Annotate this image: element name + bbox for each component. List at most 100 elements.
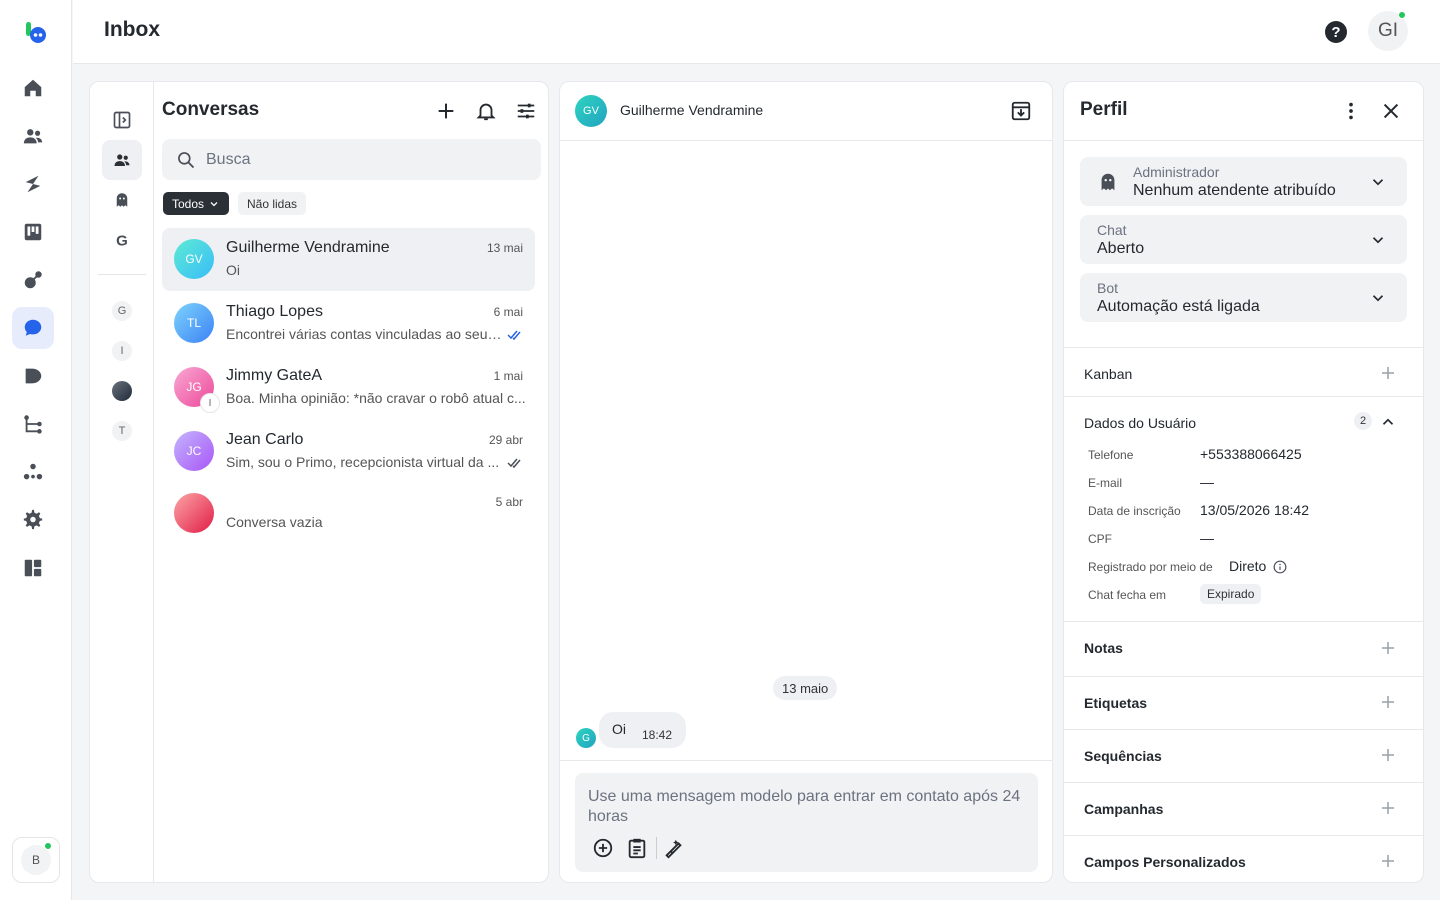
chevron-up-icon[interactable] [1379, 413, 1397, 431]
play-icon [25, 368, 42, 384]
filter-unread-chip[interactable]: Não lidas [238, 192, 307, 215]
inbox-subrail: G G I T [90, 82, 154, 882]
help-icon[interactable]: ? [1324, 20, 1348, 44]
contact-name[interactable]: Guilherme Vendramine [620, 102, 763, 118]
section-sequences[interactable]: Sequências [1064, 729, 1423, 782]
nav-home[interactable] [12, 67, 54, 109]
nav-flows[interactable] [12, 403, 54, 445]
page-title: Inbox [104, 18, 160, 41]
add-icon[interactable] [1379, 746, 1397, 764]
filter-google[interactable]: G [102, 220, 142, 260]
conversation-item[interactable]: TL Thiago Lopes 6 mai Encontrei várias c… [162, 292, 535, 355]
field-value: 13/05/2026 18:42 [1200, 502, 1309, 518]
agent-filter-i[interactable]: I [112, 341, 132, 361]
section-custom-fields[interactable]: Campos Personalizados [1064, 835, 1423, 882]
field-value: Direto [1229, 558, 1267, 574]
add-icon[interactable] [1379, 799, 1397, 817]
chat-status-select[interactable]: Chat Aberto [1080, 215, 1407, 264]
nav-settings[interactable] [12, 499, 54, 541]
nav-automation[interactable] [12, 163, 54, 205]
search-box [162, 139, 541, 180]
contact-avatar[interactable]: GV [575, 95, 607, 127]
conversation-date: 5 abr [495, 495, 523, 509]
select-value: Aberto [1097, 240, 1145, 257]
assignee-select[interactable]: Administrador Nenhum atendente atribuído [1080, 157, 1407, 206]
section-kanban[interactable]: Kanban [1064, 347, 1423, 396]
add-icon[interactable] [1379, 693, 1397, 711]
filter-unassigned[interactable] [102, 180, 142, 220]
conversation-item[interactable]: JC Jean Carlo 29 abr Sim, sou o Primo, r… [162, 420, 535, 483]
bot-status-select[interactable]: Bot Automação está ligada [1080, 273, 1407, 322]
avatar: TL [174, 303, 214, 343]
select-value: Nenhum atendente atribuído [1133, 182, 1336, 199]
conversation-item[interactable]: 5 abr Conversa vazia [162, 482, 535, 545]
conversation-name: Jimmy GateA [226, 367, 323, 384]
nav-inbox[interactable] [12, 307, 54, 349]
online-indicator [1398, 11, 1406, 19]
integrations-icon [23, 463, 43, 480]
section-notes[interactable]: Notas [1064, 621, 1423, 676]
contacts-icon [114, 154, 130, 166]
section-title[interactable]: Dados do Usuário [1084, 415, 1196, 431]
info-icon[interactable] [1273, 560, 1287, 574]
bell-icon[interactable] [475, 100, 497, 122]
add-icon[interactable] [1379, 639, 1397, 657]
section-title: Sequências [1084, 748, 1162, 764]
magic-pen-icon[interactable] [663, 837, 685, 859]
broadcast-icon [24, 271, 42, 289]
conversation-item[interactable]: JG I Jimmy GateA 1 mai Boa. Minha opiniã… [162, 356, 535, 419]
agent-filter-photo[interactable] [112, 381, 132, 401]
ghost-icon [1101, 173, 1115, 191]
add-icon[interactable] [1379, 364, 1397, 382]
section-tags[interactable]: Etiquetas [1064, 676, 1423, 729]
filter-settings-icon[interactable] [515, 100, 537, 122]
message-composer[interactable]: Use uma mensagem modelo para entrar em c… [575, 773, 1038, 872]
profile-title: Perfil [1080, 99, 1128, 120]
agent-filter-g[interactable]: G [112, 301, 132, 321]
chat-header: GV Guilherme Vendramine [560, 82, 1052, 141]
message-text: Oi [612, 721, 626, 737]
filter-all-contacts[interactable] [102, 140, 142, 180]
select-label: Chat [1097, 222, 1127, 238]
archive-icon[interactable] [1010, 100, 1032, 122]
section-campaigns[interactable]: Campanhas [1064, 782, 1423, 835]
nav-play[interactable] [12, 355, 54, 397]
add-icon[interactable] [1379, 852, 1397, 870]
chevron-down-icon [1372, 237, 1384, 244]
bot-account-badge[interactable]: B [12, 837, 60, 883]
chat-icon [24, 319, 42, 336]
avatar: GV [174, 239, 214, 279]
conversation-date: 1 mai [493, 369, 523, 383]
nav-broadcast[interactable] [12, 259, 54, 301]
add-icon[interactable] [435, 100, 457, 122]
conversation-item[interactable]: GV Guilherme Vendramine 13 mai Oi [162, 228, 535, 291]
field-label: Registrado por meio de [1088, 560, 1213, 574]
clipboard-icon[interactable] [626, 837, 648, 859]
more-vertical-icon[interactable] [1340, 100, 1362, 122]
conversation-name: Guilherme Vendramine [226, 239, 390, 256]
user-avatar[interactable]: GI [1368, 11, 1408, 51]
google-icon: G [116, 232, 128, 249]
field-value[interactable]: — [1200, 530, 1214, 546]
nav-kanban[interactable] [12, 211, 54, 253]
dashboard-icon [24, 559, 42, 577]
close-icon[interactable] [1380, 100, 1402, 122]
count-badge: 2 [1354, 412, 1372, 430]
search-input[interactable] [206, 150, 526, 169]
collapse-sidebar-button[interactable] [102, 100, 142, 140]
field-label: Telefone [1088, 448, 1134, 462]
nav-contacts[interactable] [12, 115, 54, 157]
filter-all-dropdown[interactable]: Todos [163, 192, 230, 215]
expired-badge: Expirado [1200, 584, 1262, 604]
field-value[interactable]: +553388066425 [1200, 446, 1302, 462]
nav-dashboard[interactable] [12, 547, 54, 589]
field-value[interactable]: — [1200, 474, 1214, 490]
field-label: Chat fecha em [1088, 588, 1167, 602]
composer-placeholder: Use uma mensagem modelo para entrar em c… [588, 788, 1021, 825]
agent-filter-t[interactable]: T [112, 421, 132, 441]
top-header: Inbox ? GI [73, 0, 1440, 64]
chevron-down-icon [1372, 295, 1384, 302]
app-logo[interactable] [24, 20, 48, 44]
nav-integrations[interactable] [12, 451, 54, 493]
add-circle-icon[interactable] [592, 837, 614, 859]
